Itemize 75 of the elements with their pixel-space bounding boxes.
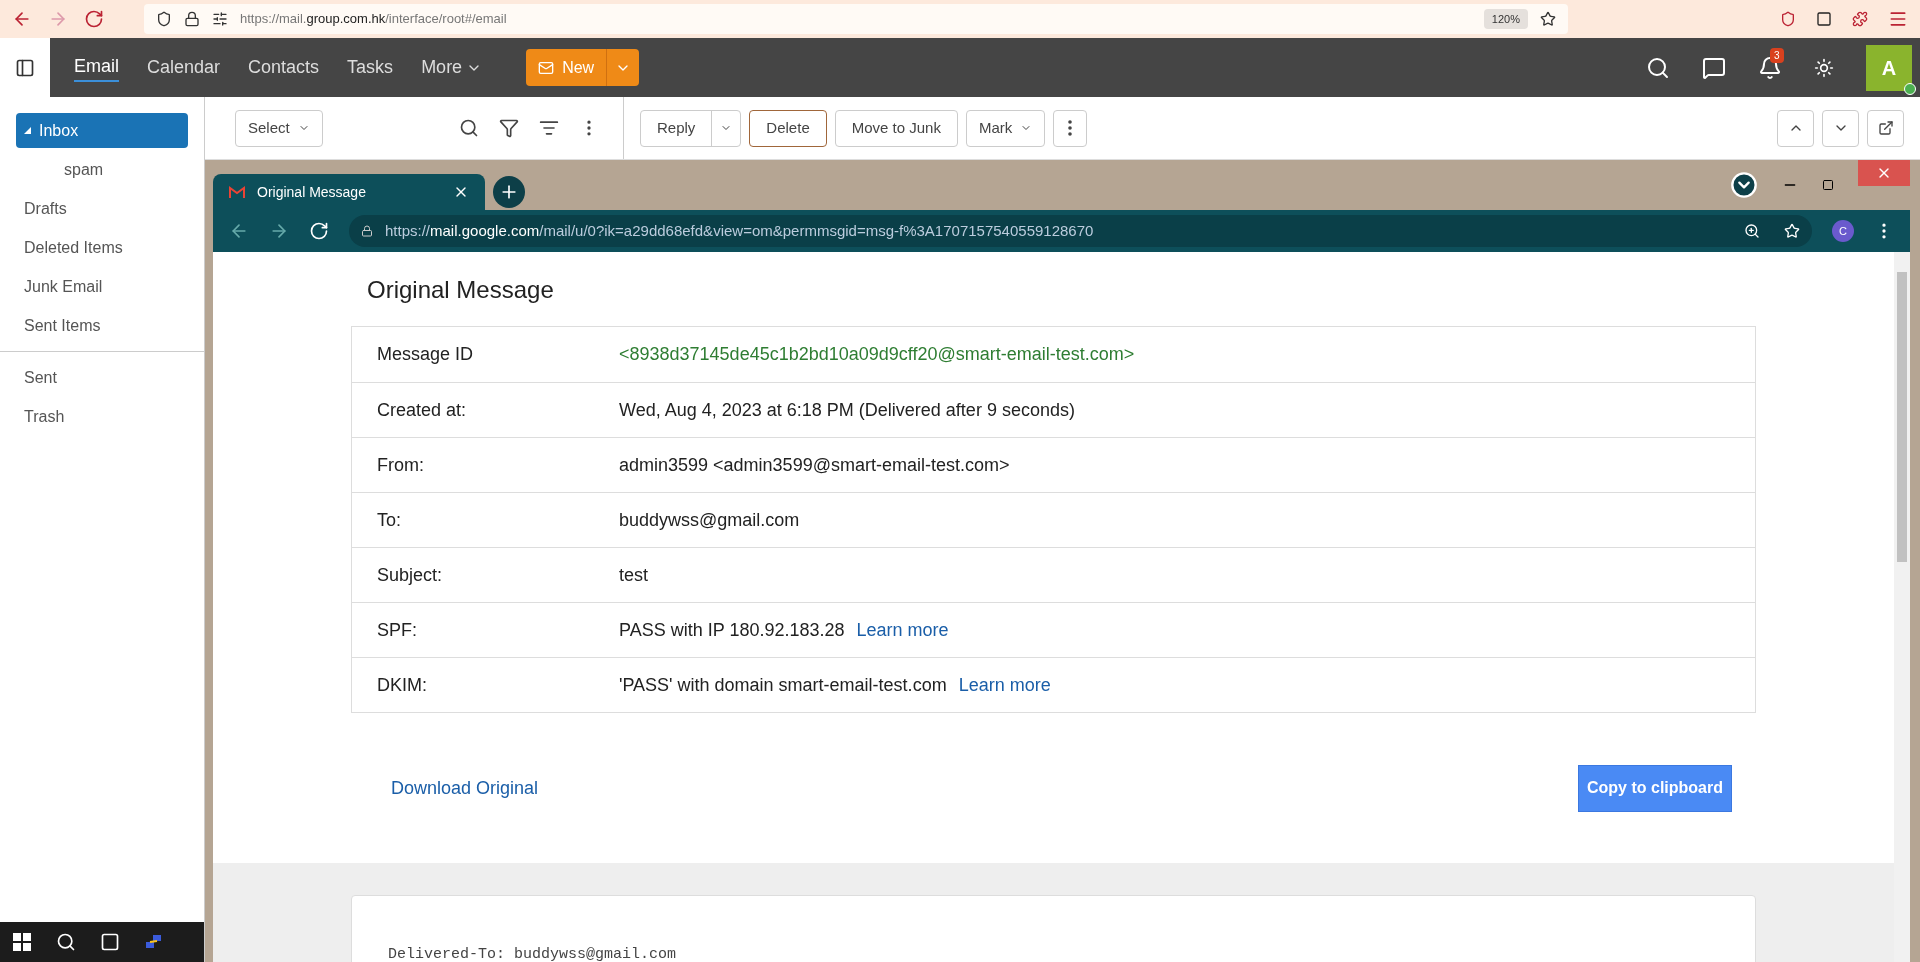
sort-icon[interactable] [539, 118, 559, 138]
sidebar-toggle[interactable] [0, 38, 50, 97]
search-icon[interactable] [459, 118, 479, 138]
download-original-link[interactable]: Download Original [391, 774, 539, 802]
address-bar[interactable]: https://mail.group.com.hk/interface/root#/email 120% [144, 4, 1568, 34]
extensions-icon[interactable] [1852, 11, 1868, 27]
field-value: buddywss@gmail.com [619, 508, 800, 532]
folder-item[interactable]: Trash [16, 399, 188, 434]
delete-button[interactable]: Delete [749, 109, 827, 147]
mark-dropdown[interactable]: Mark [965, 109, 1046, 147]
address-bar[interactable]: https://mail.google.com/mail/u/0?ik=a29dd68efd&view=om&permmsgid=msg-f%3A1707157540559128670 [349, 215, 1812, 247]
field-label: From: [376, 453, 425, 477]
nav-tab[interactable]: Contacts [248, 54, 320, 81]
nav-tab[interactable]: Email [74, 53, 119, 82]
field-value: Wed, Aug 4, 2023 at 6:18 PM (Delivered after 9 seconds) [619, 398, 1075, 422]
field-label: DKIM: [376, 673, 428, 697]
field-value: admin3599 <admin3599@smart-email-test.com> [619, 453, 1010, 477]
raw-header-line: Delivered-To: buddywss@gmail.com [388, 945, 678, 962]
profile-avatar[interactable]: C [1832, 220, 1854, 242]
folder-item[interactable]: spam [16, 152, 188, 187]
lock-icon [361, 225, 373, 237]
select-dropdown[interactable]: Select [235, 109, 323, 147]
field-value: <8938d37145de45c1b2bd10a09d9cff20@smart-email-test.com> [619, 343, 1135, 366]
url-text: https://mail.google.com/mail/u/0?ik=a29dd68efd&view=om&permmsgid=msg-f%3A1707157540559128670 [385, 220, 1094, 241]
windows-logo-icon[interactable] [12, 932, 32, 952]
mail-logo-icon [229, 186, 245, 198]
zoom-icon[interactable] [1744, 223, 1760, 239]
browser-tab[interactable]: Original Message [213, 174, 485, 210]
field-label: Message ID [376, 343, 475, 366]
learn-more-link[interactable]: Learn more [856, 616, 949, 644]
folder-item[interactable]: Inbox [16, 113, 188, 148]
folder-item[interactable]: Drafts [16, 191, 188, 226]
tab-search-icon[interactable] [1730, 171, 1758, 199]
folder-item[interactable]: Sent [16, 360, 188, 395]
theme-icon[interactable] [1814, 57, 1834, 78]
bookmark-icon[interactable] [1540, 11, 1556, 27]
field-label: To: [376, 508, 402, 532]
reload-icon[interactable] [84, 9, 104, 29]
zoom-level[interactable]: 120% [1483, 8, 1528, 30]
field-value: 'PASS' with domain smart-email-test.com [619, 673, 947, 697]
page-title: Original Message [366, 275, 555, 305]
shield-icon [156, 11, 172, 27]
more-icon [1068, 120, 1073, 136]
external-link-icon [1877, 120, 1894, 136]
task-view-icon[interactable] [100, 932, 120, 952]
maximize-icon[interactable] [1822, 179, 1834, 191]
more-actions-button[interactable] [1053, 109, 1088, 147]
folder-item[interactable]: Junk Email [16, 269, 188, 304]
menu-icon[interactable] [1888, 9, 1908, 29]
envelope-icon [538, 59, 555, 76]
taskbar-search-icon[interactable] [56, 932, 76, 952]
nav-tab[interactable]: Tasks [347, 54, 394, 81]
field-label: Created at: [376, 398, 468, 422]
url-text: https://mail.group.com.hk/interface/root#/email [240, 10, 508, 29]
lock-icon [184, 11, 200, 27]
new-dropdown[interactable] [606, 49, 640, 86]
move-to-junk-button[interactable]: Move to Junk [834, 109, 958, 147]
panel-icon [15, 57, 35, 78]
field-value: test [619, 563, 648, 587]
filter-icon[interactable] [499, 118, 519, 138]
folder-item[interactable]: Deleted Items [16, 230, 188, 265]
field-value: PASS with IP 180.92.183.28 [619, 618, 845, 642]
nav-tab[interactable]: Calendar [147, 54, 221, 81]
more-menu[interactable]: More [421, 54, 483, 81]
chat-icon[interactable] [1702, 55, 1726, 80]
new-tab-button[interactable] [493, 176, 525, 208]
learn-more-link[interactable]: Learn more [958, 671, 1051, 699]
tab-title: Original Message [257, 182, 366, 202]
field-label: SPF: [376, 618, 418, 642]
folder-item[interactable]: Sent Items [16, 308, 188, 343]
field-label: Subject: [376, 563, 444, 587]
notification-badge: 3 [1770, 47, 1784, 63]
search-icon[interactable] [1646, 55, 1670, 80]
pop-out-button[interactable] [1867, 109, 1904, 147]
permissions-icon [212, 11, 228, 27]
